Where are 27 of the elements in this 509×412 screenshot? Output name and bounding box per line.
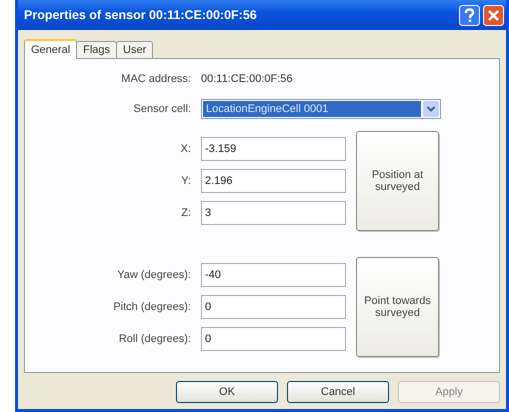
tab[interactable]: General — [24, 39, 78, 59]
field-label: X: — [180, 143, 191, 155]
input-field[interactable]: 0 — [201, 295, 346, 319]
tab[interactable]: Flags — [76, 41, 118, 58]
input-field[interactable]: 0 — [201, 327, 346, 351]
dialog-button[interactable]: Cancel — [287, 381, 389, 403]
position-at-surveyed-button[interactable]: Position at surveyed — [356, 131, 439, 231]
mac-address-value: 00:11:CE:00:0F:56 — [201, 73, 294, 85]
field-label: Yaw (degrees): — [116, 269, 191, 281]
field-label: Roll (degrees): — [118, 333, 191, 345]
sensor-cell-dropdown[interactable]: LocationEngineCell 0001 — [201, 99, 441, 119]
input-field[interactable]: 3 — [201, 201, 346, 225]
input-field[interactable]: 2.196 — [201, 169, 346, 193]
field-label: Pitch (degrees): — [112, 301, 191, 313]
dropdown-value: LocationEngineCell 0001 — [203, 101, 421, 117]
close-icon[interactable] — [483, 4, 504, 26]
dialog-button[interactable]: OK — [176, 381, 278, 403]
field-label: Z: — [180, 207, 191, 219]
field-label: Sensor cell: — [132, 103, 191, 115]
input-field[interactable]: -3.159 — [201, 137, 346, 161]
field-label: MAC address: — [120, 73, 191, 85]
tab[interactable]: User — [116, 41, 154, 58]
window-title: Properties of sensor 00:11:CE:00:0F:56 — [24, 8, 258, 22]
point-towards-surveyed-button[interactable]: Point towards surveyed — [356, 257, 439, 357]
input-field[interactable]: -40 — [201, 263, 346, 287]
field-label: Y: — [180, 175, 191, 187]
help-icon[interactable] — [459, 4, 480, 26]
